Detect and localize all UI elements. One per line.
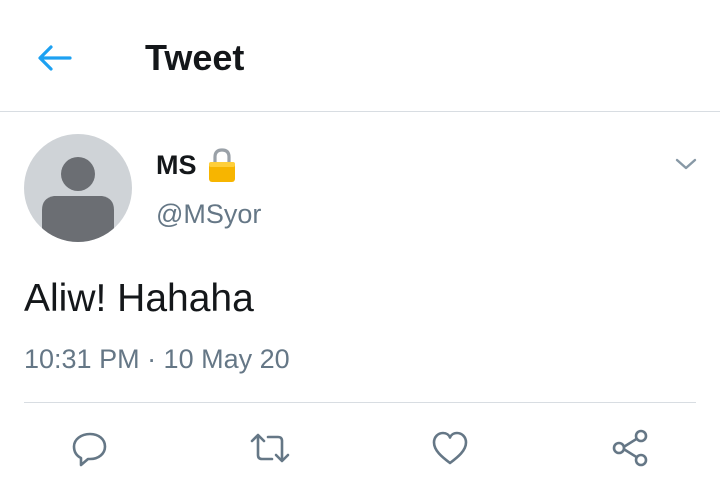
back-button[interactable] (32, 36, 76, 80)
retweet-icon (250, 433, 290, 463)
back-arrow-icon (38, 45, 72, 71)
share-icon (612, 429, 648, 467)
display-name[interactable]: MS (156, 150, 197, 181)
top-bar: Tweet (0, 0, 720, 112)
reply-icon (72, 432, 107, 467)
heart-icon (432, 431, 468, 465)
tweet-detail-screen: Tweet MS @MSyor Aliw! Hahaha 10:31 PM · … (0, 0, 720, 480)
tweet-timestamp[interactable]: 10:31 PM · 10 May 20 (24, 340, 290, 378)
default-profile-icon (42, 157, 114, 242)
divider (24, 402, 696, 403)
username-handle[interactable]: @MSyor (156, 196, 261, 232)
share-button[interactable] (606, 424, 654, 472)
author-name-row: MS (156, 146, 237, 184)
chevron-down-icon (675, 158, 697, 170)
like-button[interactable] (426, 424, 474, 472)
tweet-menu-button[interactable] (668, 148, 704, 180)
lock-icon (208, 148, 235, 182)
avatar[interactable] (24, 134, 132, 242)
reply-button[interactable] (66, 424, 114, 472)
page-title: Tweet (145, 37, 245, 78)
tweet-text: Aliw! Hahaha (24, 277, 254, 320)
retweet-button[interactable] (246, 424, 294, 472)
